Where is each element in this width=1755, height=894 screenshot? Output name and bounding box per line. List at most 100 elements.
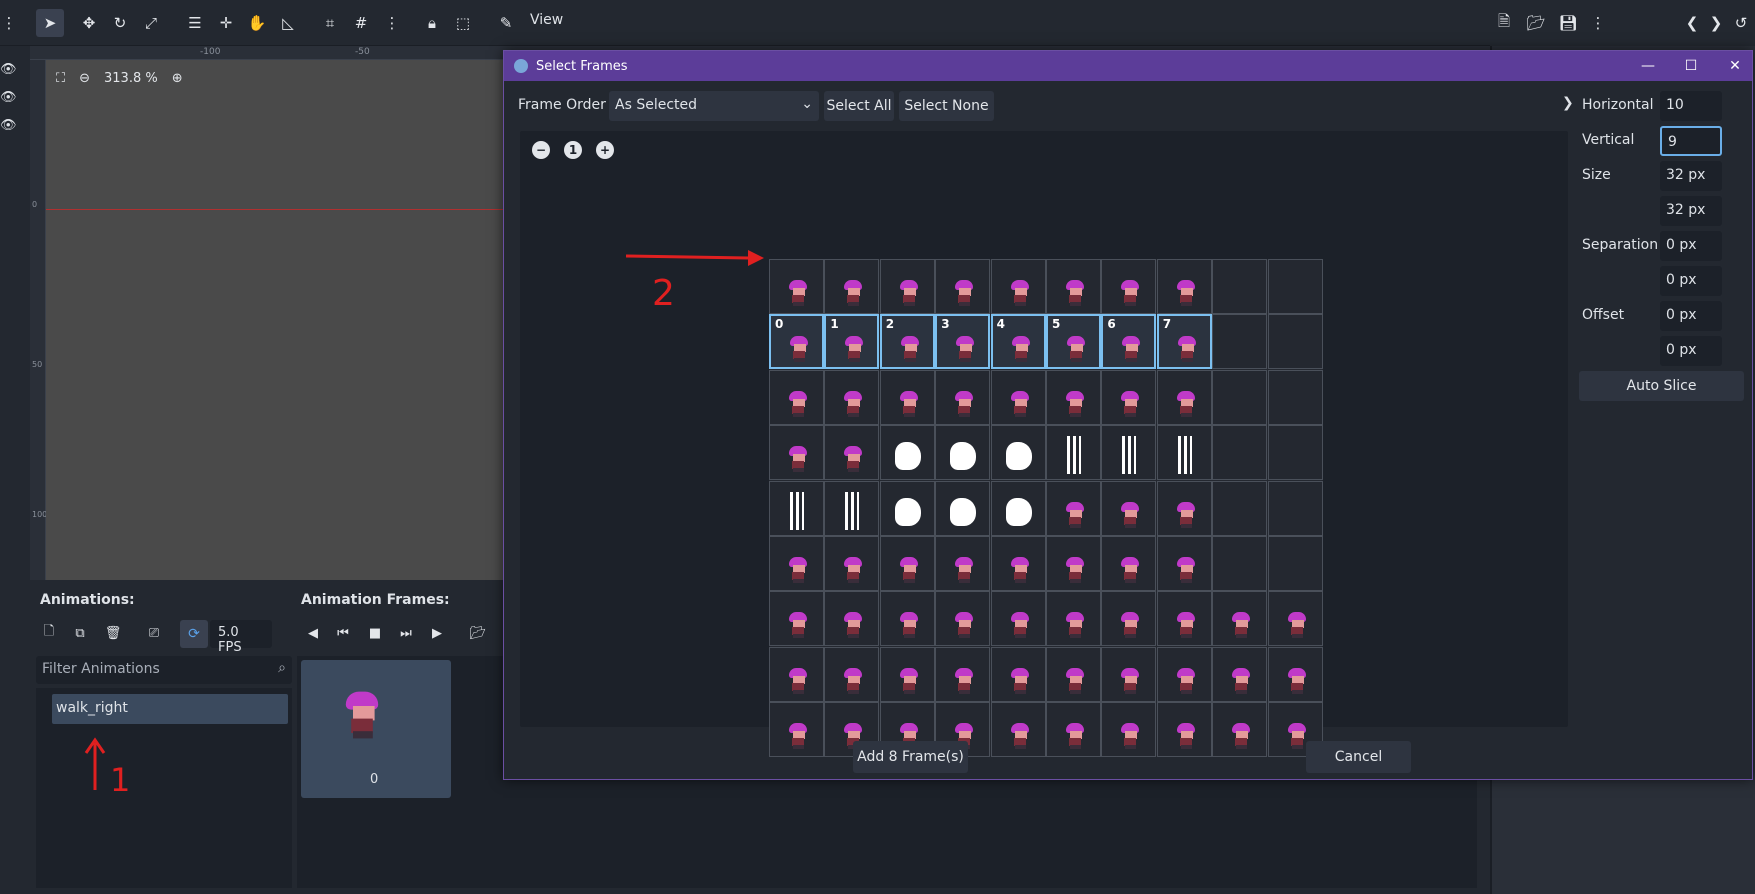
- lock-icon[interactable]: 🔒︎: [418, 9, 446, 37]
- collapse-sidebar-icon[interactable]: ❯: [1562, 95, 1574, 111]
- sheet-cell[interactable]: [1156, 480, 1212, 536]
- sheet-cell[interactable]: [1212, 480, 1268, 536]
- offset-x-input[interactable]: 0 px: [1660, 301, 1722, 331]
- sheet-cell[interactable]: [935, 425, 991, 481]
- sheet-cell[interactable]: [1101, 536, 1157, 591]
- select-all-button[interactable]: Select All: [824, 91, 894, 121]
- sheet-cell[interactable]: [1212, 314, 1268, 370]
- add-from-file-icon[interactable]: 📂︎: [465, 620, 491, 646]
- zoom-in-icon[interactable]: ⊕: [172, 71, 183, 86]
- sheet-cell[interactable]: [1046, 591, 1101, 647]
- sheet-cell[interactable]: [1212, 646, 1268, 702]
- sheet-cell[interactable]: [769, 646, 824, 702]
- sheet-cell[interactable]: [935, 536, 991, 591]
- play-backwards-from-end-icon[interactable]: ⏮: [330, 620, 356, 646]
- auto-slice-button[interactable]: Auto Slice: [1579, 371, 1744, 401]
- sheet-cell[interactable]: [824, 536, 880, 591]
- sheet-cell[interactable]: [879, 259, 935, 314]
- sheet-cell[interactable]: [1212, 259, 1268, 314]
- sheet-cell[interactable]: [879, 646, 935, 702]
- maximize-icon[interactable]: ☐: [1682, 57, 1700, 75]
- sheet-cell[interactable]: [824, 646, 880, 702]
- sheet-cell[interactable]: [1101, 480, 1157, 536]
- sheet-cell[interactable]: [824, 369, 880, 425]
- select-none-button[interactable]: Select None: [899, 91, 994, 121]
- duplicate-animation-icon[interactable]: ⧉: [67, 620, 93, 646]
- size-y-input[interactable]: 32 px: [1660, 196, 1722, 226]
- fps-input[interactable]: 5.0 FPS: [210, 620, 272, 655]
- close-icon[interactable]: ✕: [1726, 57, 1744, 75]
- sheet-cell[interactable]: [1267, 480, 1323, 536]
- selected-frame-cell[interactable]: 5: [1046, 314, 1101, 370]
- filter-animations-input[interactable]: Filter Animations ⌕: [36, 656, 292, 684]
- sheet-cell[interactable]: [1156, 702, 1212, 758]
- selected-frame-cell[interactable]: 7: [1156, 314, 1212, 370]
- cancel-button[interactable]: Cancel: [1306, 741, 1411, 773]
- new-resource-icon[interactable]: 🗎: [1490, 9, 1518, 37]
- history-forward-icon[interactable]: ❯: [1702, 9, 1730, 37]
- sheet-cell[interactable]: [824, 591, 880, 647]
- frame-order-select[interactable]: As Selected ⌄: [609, 91, 819, 121]
- sheet-cell[interactable]: [935, 369, 991, 425]
- sheet-cell[interactable]: [1212, 702, 1268, 758]
- animation-item-walk-right[interactable]: walk_right: [52, 694, 288, 724]
- stop-icon[interactable]: ■: [362, 620, 388, 646]
- sheet-cell[interactable]: [1046, 646, 1101, 702]
- sheet-cell[interactable]: [1267, 314, 1323, 370]
- pan-hand-icon[interactable]: ✋: [243, 9, 271, 37]
- sprite-sheet-grid[interactable]: 0 1 2 3 4 5 6 7: [769, 259, 1323, 758]
- sheet-cell[interactable]: [879, 480, 935, 536]
- texture-preview-canvas[interactable]: − 1 + 0 1 2 3 4 5 6 7 2: [520, 131, 1568, 758]
- snap-options-icon[interactable]: ⋮: [378, 9, 406, 37]
- sheet-cell[interactable]: [1212, 591, 1268, 647]
- sheet-cell[interactable]: [1267, 536, 1323, 591]
- autoplay-icon[interactable]: ⎚: [141, 620, 167, 646]
- sheet-cell[interactable]: [769, 536, 824, 591]
- sheet-cell[interactable]: [1101, 259, 1157, 314]
- separation-y-input[interactable]: 0 px: [1660, 266, 1722, 296]
- selected-frame-cell[interactable]: 3: [935, 314, 991, 370]
- zoom-reset-icon[interactable]: 1: [564, 141, 582, 159]
- sheet-cell[interactable]: [1267, 425, 1323, 481]
- horizontal-input[interactable]: 10: [1660, 91, 1722, 121]
- sheet-cell[interactable]: [769, 702, 824, 758]
- sheet-cell[interactable]: [990, 646, 1046, 702]
- sheet-cell[interactable]: [1267, 259, 1323, 314]
- loop-toggle-icon[interactable]: ⟳: [180, 620, 208, 648]
- sheet-cell[interactable]: [1156, 425, 1212, 481]
- sheet-cell[interactable]: [1267, 591, 1323, 647]
- scale-mode-icon[interactable]: ⤢: [137, 9, 165, 37]
- bone-icon[interactable]: ✎: [492, 9, 520, 37]
- play-from-start-icon[interactable]: ⏭: [393, 620, 419, 646]
- sheet-cell[interactable]: [990, 425, 1046, 481]
- sheet-cell[interactable]: [1046, 425, 1101, 481]
- sheet-cell[interactable]: [1267, 646, 1323, 702]
- sheet-cell[interactable]: [879, 591, 935, 647]
- pivot-icon[interactable]: ✛: [212, 9, 240, 37]
- size-x-input[interactable]: 32 px: [1660, 161, 1722, 191]
- sheet-cell[interactable]: [1046, 480, 1101, 536]
- new-animation-icon[interactable]: 🗋: [36, 620, 62, 646]
- move-mode-icon[interactable]: ✥: [75, 9, 103, 37]
- sheet-cell[interactable]: [1046, 369, 1101, 425]
- sheet-cell[interactable]: [769, 259, 824, 314]
- add-frames-button[interactable]: Add 8 Frame(s): [853, 741, 968, 773]
- center-view-icon[interactable]: ⛶: [56, 71, 65, 86]
- sheet-cell[interactable]: [935, 480, 991, 536]
- selected-frame-cell[interactable]: 0: [769, 314, 824, 370]
- sheet-cell[interactable]: [935, 259, 991, 314]
- sheet-cell[interactable]: [990, 702, 1046, 758]
- sheet-cell[interactable]: [769, 425, 824, 481]
- sheet-cell[interactable]: [1212, 369, 1268, 425]
- sheet-cell[interactable]: [879, 425, 935, 481]
- sheet-cell[interactable]: [879, 369, 935, 425]
- sheet-cell[interactable]: [824, 425, 880, 481]
- sheet-cell[interactable]: [769, 480, 824, 536]
- visibility-eye-icon[interactable]: 👁︎: [0, 90, 17, 105]
- sheet-cell[interactable]: [1156, 369, 1212, 425]
- sheet-cell[interactable]: [769, 369, 824, 425]
- separation-x-input[interactable]: 0 px: [1660, 231, 1722, 261]
- sheet-cell[interactable]: [1156, 646, 1212, 702]
- grid-snap-icon[interactable]: #: [347, 9, 375, 37]
- list-select-icon[interactable]: ☰: [181, 9, 209, 37]
